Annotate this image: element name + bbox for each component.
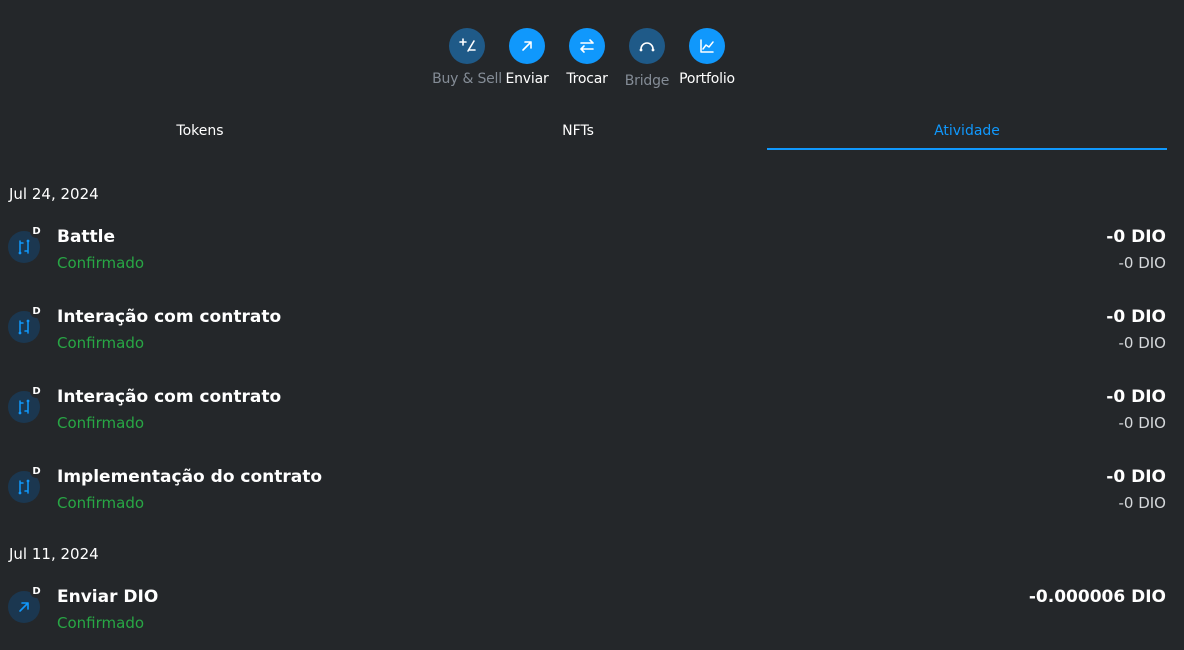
- transaction-row[interactable]: D Implementação do contrato Confirmado -…: [0, 465, 1184, 525]
- tx-icon-wrap: D: [8, 305, 43, 345]
- date-heading: Jul 24, 2024: [9, 185, 99, 203]
- tx-icon-wrap: D: [8, 585, 43, 625]
- tx-secondary-amount: -0 DIO: [1118, 254, 1166, 272]
- tx-title: Interação com contrato: [57, 387, 282, 407]
- network-badge: D: [30, 225, 43, 238]
- tab-activity[interactable]: Atividade: [767, 112, 1167, 150]
- tx-secondary-amount: -0 DIO: [1118, 414, 1166, 432]
- tx-amount: -0 DIO: [1106, 227, 1166, 247]
- asset-tabs: Tokens NFTs Atividade: [0, 112, 1184, 150]
- tx-amount: -0 DIO: [1106, 307, 1166, 327]
- network-badge: D: [30, 465, 43, 478]
- tx-amount: -0.000006 DIO: [1028, 587, 1166, 607]
- network-badge: D: [30, 585, 43, 598]
- portfolio-button[interactable]: Portfolio: [667, 28, 747, 87]
- portfolio-label: Portfolio: [679, 71, 735, 87]
- chart-line-icon: [689, 28, 725, 64]
- activity-page: Buy & Sell Enviar Trocar Bridge Portfoli…: [0, 0, 1184, 650]
- tx-status: Confirmado: [57, 254, 145, 272]
- plus-minus-icon: [449, 28, 485, 64]
- tx-title: Battle: [57, 227, 116, 247]
- tx-title: Interação com contrato: [57, 307, 282, 327]
- tx-amount: -0 DIO: [1106, 387, 1166, 407]
- tx-icon-wrap: D: [8, 385, 43, 425]
- tx-status: Confirmado: [57, 334, 145, 352]
- tab-tokens[interactable]: Tokens: [0, 112, 400, 150]
- tx-icon-wrap: D: [8, 225, 43, 265]
- transaction-row[interactable]: D Interação com contrato Confirmado -0 D…: [0, 305, 1184, 365]
- wallet-actions: Buy & Sell Enviar Trocar Bridge Portfoli…: [0, 28, 1184, 92]
- transaction-row[interactable]: D Enviar DIO Confirmado -0.000006 DIO: [0, 585, 1184, 645]
- tx-status: Confirmado: [57, 414, 145, 432]
- network-badge: D: [30, 385, 43, 398]
- date-heading: Jul 11, 2024: [9, 545, 99, 563]
- network-badge: D: [30, 305, 43, 318]
- tx-secondary-amount: -0 DIO: [1118, 494, 1166, 512]
- transaction-row[interactable]: D Battle Confirmado -0 DIO -0 DIO: [0, 225, 1184, 285]
- tab-nfts[interactable]: NFTs: [378, 112, 778, 150]
- tx-title: Enviar DIO: [57, 587, 159, 607]
- tx-status: Confirmado: [57, 494, 145, 512]
- transaction-row[interactable]: D Interação com contrato Confirmado -0 D…: [0, 385, 1184, 445]
- swap-arrows-icon: [569, 28, 605, 64]
- tx-icon-wrap: D: [8, 465, 43, 505]
- tx-amount: -0 DIO: [1106, 467, 1166, 487]
- tx-status: Confirmado: [57, 614, 145, 632]
- tx-secondary-amount: -0 DIO: [1118, 334, 1166, 352]
- arrow-up-right-icon: [509, 28, 545, 64]
- bridge-icon: [629, 28, 665, 64]
- tx-title: Implementação do contrato: [57, 467, 323, 487]
